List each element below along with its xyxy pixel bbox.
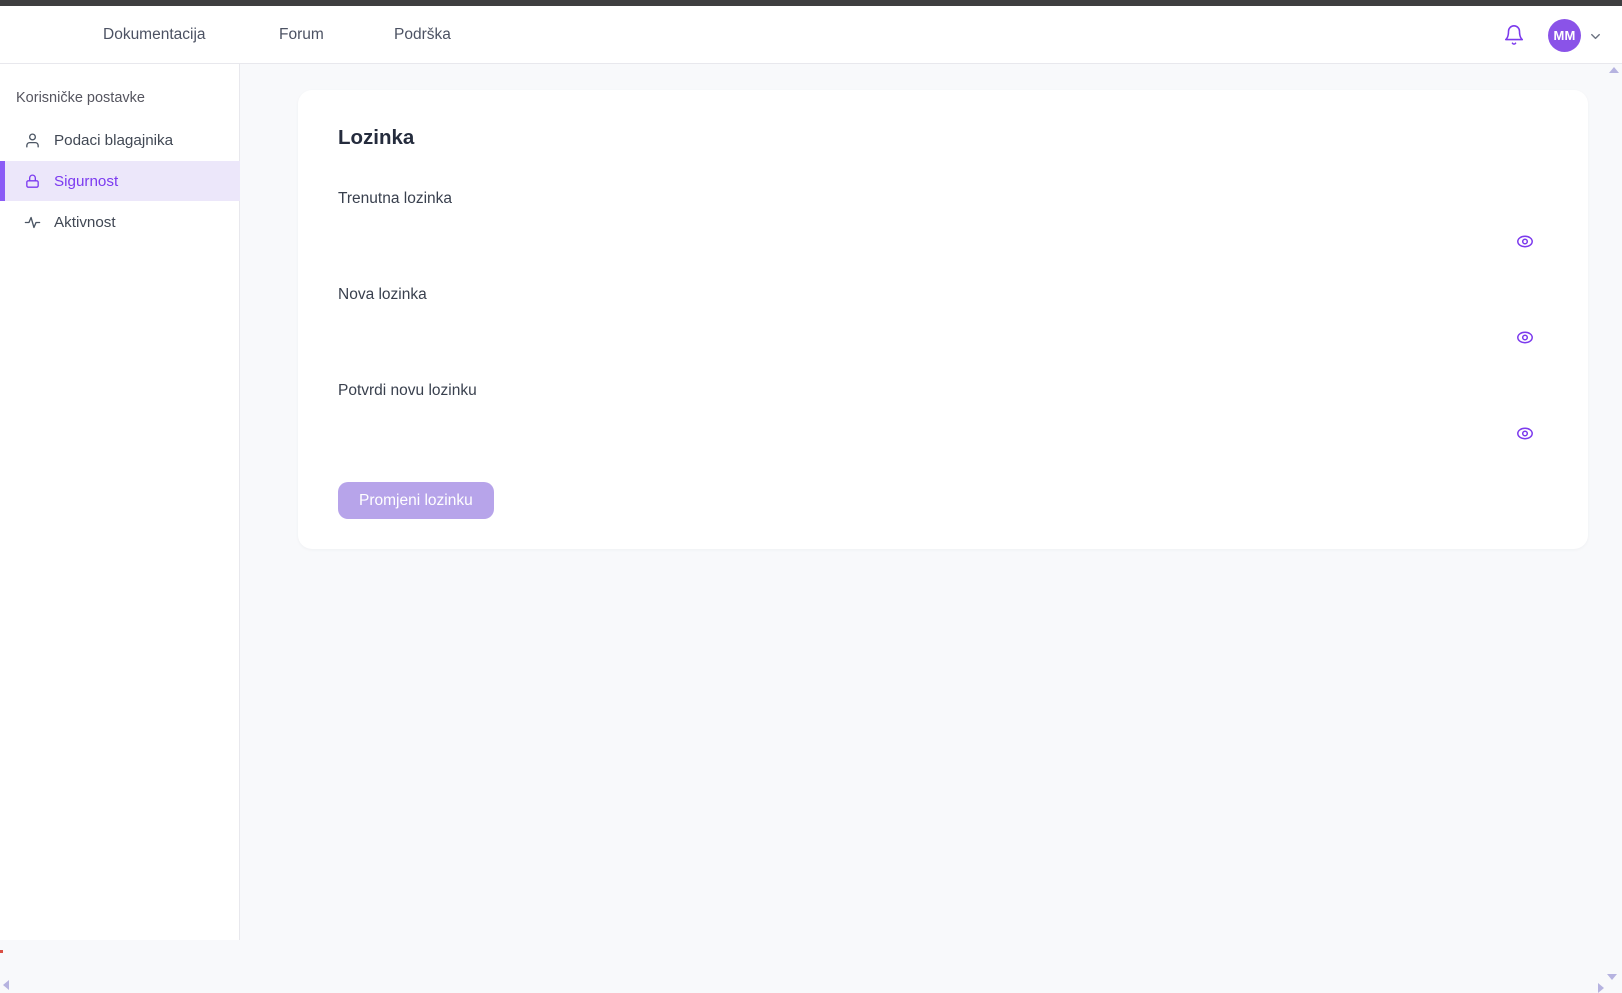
eye-icon (1516, 234, 1534, 249)
scrollbar-left-arrow[interactable] (3, 980, 9, 990)
top-navbar: Dokumentacija Forum Podrška MM (0, 6, 1622, 64)
toggle-visibility-button[interactable] (1515, 327, 1535, 347)
avatar[interactable]: MM (1548, 19, 1581, 52)
scrollbar-up-arrow[interactable] (1609, 67, 1619, 73)
eye-icon (1516, 426, 1534, 441)
nav-link-forum[interactable]: Forum (279, 6, 324, 64)
nav-link-podrska[interactable]: Podrška (394, 6, 451, 64)
new-password-field: Nova lozinka (338, 286, 1548, 358)
password-card: Lozinka Trenutna lozinka Nova lozinka (298, 90, 1588, 549)
toggle-visibility-button[interactable] (1515, 423, 1535, 443)
nav-link-dokumentacija[interactable]: Dokumentacija (103, 6, 206, 64)
new-password-input[interactable] (338, 316, 1548, 358)
sidebar-item-sigurnost[interactable]: Sigurnost (0, 161, 240, 201)
sidebar-heading: Korisničke postavke (16, 90, 145, 106)
field-label: Trenutna lozinka (338, 190, 1548, 208)
scrollbar-down-arrow[interactable] (1607, 974, 1617, 980)
user-icon (24, 132, 41, 149)
sidebar: Korisničke postavke Podaci blagajnika Si… (0, 64, 240, 940)
scrollbar-right-arrow[interactable] (1598, 983, 1604, 993)
toggle-visibility-button[interactable] (1515, 231, 1535, 251)
confirm-password-field: Potvrdi novu lozinku (338, 382, 1548, 454)
change-password-button[interactable]: Promjeni lozinku (338, 482, 494, 519)
sidebar-item-label: Podaci blagajnika (54, 132, 173, 149)
notifications-button[interactable] (1499, 20, 1529, 50)
current-password-field: Trenutna lozinka (338, 190, 1548, 262)
sidebar-item-label: Aktivnost (54, 214, 116, 231)
sidebar-item-aktivnost[interactable]: Aktivnost (0, 202, 240, 242)
lock-icon (24, 173, 41, 190)
user-menu-button[interactable] (1586, 28, 1604, 44)
activity-icon (24, 214, 41, 231)
current-password-input[interactable] (338, 220, 1548, 262)
field-label: Nova lozinka (338, 286, 1548, 304)
bell-icon (1503, 23, 1525, 47)
left-edge-marker (0, 950, 3, 953)
chevron-down-icon (1588, 29, 1603, 44)
eye-icon (1516, 330, 1534, 345)
card-title: Lozinka (338, 126, 414, 150)
confirm-password-input[interactable] (338, 412, 1548, 454)
sidebar-item-podaci-blagajnika[interactable]: Podaci blagajnika (0, 120, 240, 160)
field-label: Potvrdi novu lozinku (338, 382, 1548, 400)
sidebar-item-label: Sigurnost (54, 173, 118, 190)
